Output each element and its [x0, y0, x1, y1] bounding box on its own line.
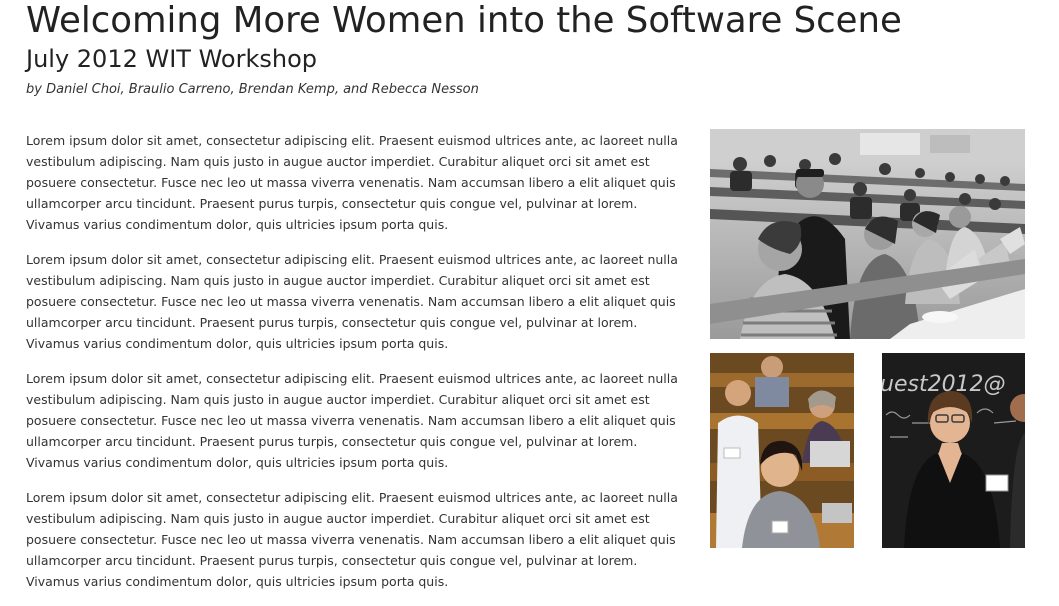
workshop-classroom-photo: [710, 129, 1025, 339]
speaker-chalkboard-photo: uest2012@: [882, 353, 1025, 548]
page-subtitle: July 2012 WIT Workshop: [26, 45, 317, 73]
author-byline: by Daniel Choi, Braulio Carreno, Brendan…: [26, 82, 479, 97]
body-paragraph: Lorem ipsum dolor sit amet, consectetur …: [26, 490, 678, 589]
body-paragraph: Lorem ipsum dolor sit amet, consectetur …: [26, 371, 678, 470]
body-paragraph: Lorem ipsum dolor sit amet, consectetur …: [26, 252, 678, 351]
workshop-participants-photo: [710, 353, 854, 548]
page-title: Welcoming More Women into the Software S…: [26, 0, 902, 41]
body-paragraph: Lorem ipsum dolor sit amet, consectetur …: [26, 133, 678, 232]
article-body: Lorem ipsum dolor sit amet, consectetur …: [26, 130, 688, 606]
